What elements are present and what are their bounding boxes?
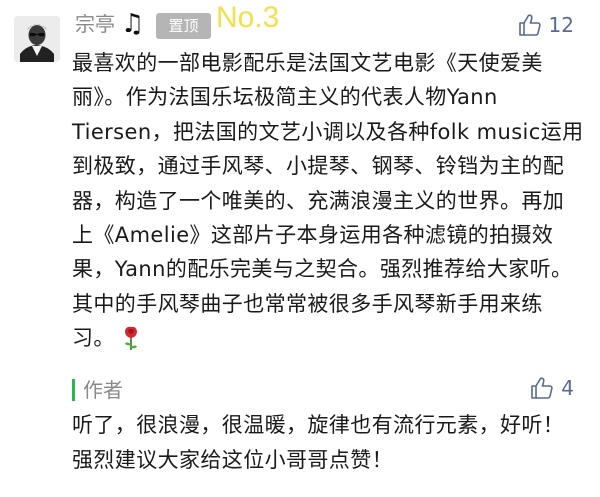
rank-label: No.3 [216, 1, 280, 34]
music-note-icon: ♫ [121, 9, 145, 39]
comment-text: 最喜欢的一部电影配乐是法国文艺电影《天使爱美丽》。作为法国乐坛极简主义的代表人物… [72, 51, 584, 351]
comment-card: 宗亭 ♫ 置顶 No.3 12 最喜欢的一部电影配乐是法国文艺电影《天使爱美丽》… [0, 0, 600, 497]
pinned-badge: 置顶 [156, 13, 211, 39]
comment-like-count: 12 [548, 13, 574, 37]
avatar-image [14, 16, 60, 62]
comment-like-button[interactable]: 12 [517, 12, 574, 38]
thumbs-up-icon [518, 14, 541, 36]
rose-icon [124, 327, 137, 351]
reply-indicator-bar [72, 379, 75, 401]
reply-like-button[interactable]: 4 [529, 375, 574, 401]
comment-body: 最喜欢的一部电影配乐是法国文艺电影《天使爱美丽》。作为法国乐坛极简主义的代表人物… [72, 46, 584, 356]
reply-body: 听了，很浪漫，很温暖，旋律也有流行元素，好听！强烈建议大家给这位小哥哥点赞！ [72, 413, 565, 472]
reply-author-label: 作者 [83, 378, 123, 402]
reply-like-count: 4 [561, 376, 574, 400]
thumbs-up-icon [531, 377, 553, 399]
reply-header: 作者 [72, 377, 123, 403]
avatar[interactable] [14, 16, 60, 62]
author-name[interactable]: 宗亭 [75, 10, 115, 38]
